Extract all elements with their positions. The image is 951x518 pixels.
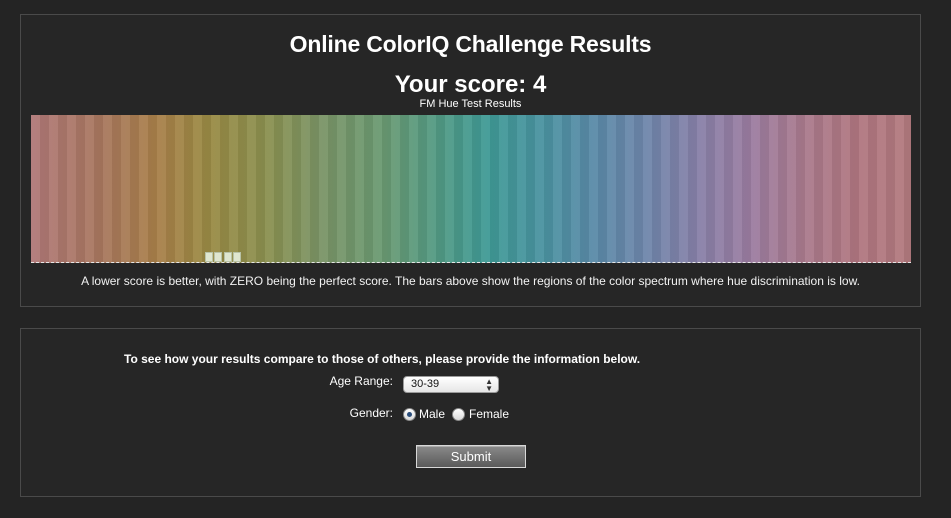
form-intro-text: To see how your results compare to those… (124, 352, 641, 366)
score-text: Your score: 4 (394, 71, 547, 98)
select-arrows-icon: ▲ ▼ (485, 377, 493, 393)
chart-title: FM Hue Test Results (419, 98, 522, 110)
error-bar (223, 252, 232, 262)
spectrum-stripes (31, 115, 911, 263)
gender-label: Gender: (349, 406, 393, 420)
error-bar (205, 252, 214, 262)
error-bar (232, 252, 241, 262)
gender-female-label[interactable]: Female (469, 407, 509, 421)
age-range-value: 30-39 (411, 378, 440, 390)
hue-spectrum-chart (31, 115, 911, 263)
gender-male-radio[interactable] (403, 408, 416, 421)
submit-button[interactable]: Submit (416, 445, 526, 468)
gender-male-label[interactable]: Male (419, 407, 445, 421)
error-bar (214, 252, 223, 262)
age-range-label: Age Range: (329, 374, 393, 388)
page-title: Online ColorIQ Challenge Results (289, 31, 652, 57)
gender-female-radio[interactable] (452, 408, 465, 421)
chart-baseline (31, 262, 911, 263)
age-range-select[interactable]: 30-39 ▲ ▼ (403, 376, 499, 393)
score-explanation: A lower score is better, with ZERO being… (81, 274, 860, 288)
comparison-form-panel: To see how your results compare to those… (20, 328, 921, 497)
results-panel: Online ColorIQ Challenge Results Your sc… (20, 14, 921, 307)
